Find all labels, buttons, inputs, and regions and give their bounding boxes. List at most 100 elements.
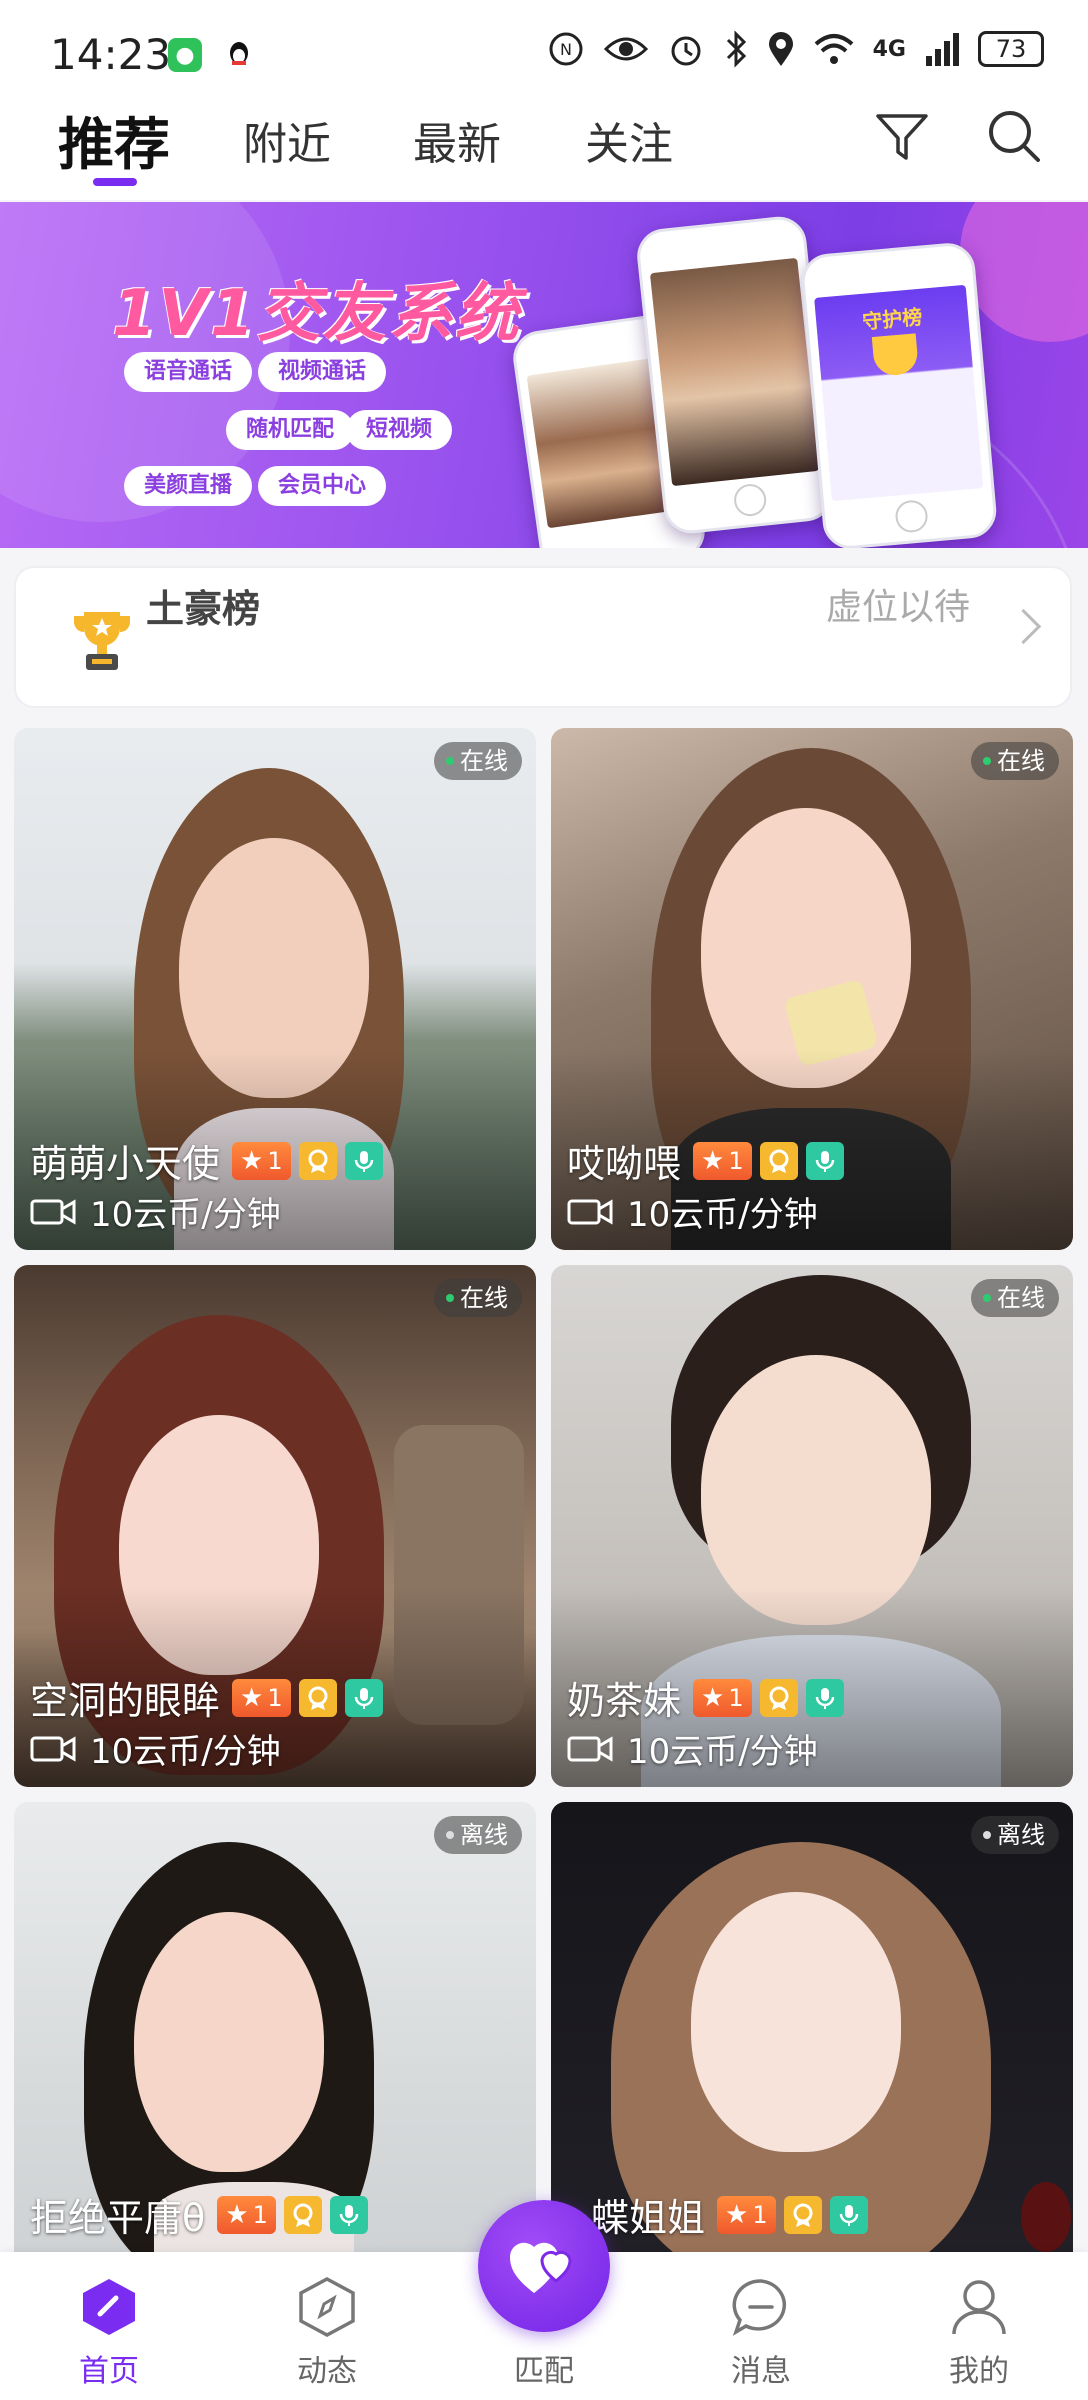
banner-feature: 随机匹配 xyxy=(226,410,355,450)
verified-badge-icon xyxy=(759,1141,798,1180)
video-camera-icon xyxy=(567,1735,613,1762)
bottom-nav-label: 动态 xyxy=(297,2354,357,2389)
bottom-nav-label: 消息 xyxy=(731,2354,791,2389)
trophy-icon xyxy=(74,612,130,670)
user-card[interactable]: 离线 拒绝平庸θ ★ 1 xyxy=(14,1802,536,2252)
voice-badge-icon xyxy=(829,2195,868,2234)
chat-bubble-icon xyxy=(728,2274,794,2340)
filter-icon[interactable] xyxy=(872,106,932,166)
user-photo xyxy=(14,1802,536,2252)
status-badge: 在线 xyxy=(434,742,522,780)
level-badge: ★ 1 xyxy=(693,1678,752,1717)
status-badge: 离线 xyxy=(971,1816,1059,1854)
phone-mockup: 守护榜 xyxy=(799,240,999,548)
voice-badge-icon xyxy=(329,2195,368,2234)
voice-badge-icon xyxy=(805,1141,844,1180)
user-card[interactable]: 在线 奶茶妹 ★ 1 10云币/分钟 xyxy=(551,1265,1073,1787)
user-name: 蝶姐姐 xyxy=(591,2196,706,2240)
tab-recommended[interactable]: 推荐 xyxy=(58,100,170,181)
rich-list-status: 虚位以待 xyxy=(825,587,970,628)
bottom-nav-moments[interactable]: 动态 xyxy=(218,2252,436,2400)
bottom-nav-label: 匹配 xyxy=(514,2354,574,2389)
status-bar: 14:23 ● N 4G 73 xyxy=(0,0,1088,100)
user-name: 奶茶妹 xyxy=(567,1679,682,1723)
bottom-nav-profile[interactable]: 我的 xyxy=(870,2252,1088,2400)
user-card[interactable]: 在线 萌萌小天使 ★ 1 10云币/分钟 xyxy=(14,728,536,1250)
match-hearts-icon xyxy=(509,2242,572,2293)
price-row: 10云币/分钟 xyxy=(567,1187,818,1236)
voice-badge-icon xyxy=(344,1678,383,1717)
banner-title: 1V1交友系统 xyxy=(112,277,521,351)
eye-icon xyxy=(603,37,648,61)
video-camera-icon xyxy=(30,1735,76,1762)
user-name: 空洞的眼眸 xyxy=(30,1679,221,1723)
level-badge: ★ 1 xyxy=(232,1141,291,1180)
status-badge: 在线 xyxy=(434,1279,522,1317)
price-row: 10云币/分钟 xyxy=(30,1187,281,1236)
call-price: 10云币/分钟 xyxy=(90,1732,281,1772)
tab-nearby[interactable]: 附近 xyxy=(243,108,331,172)
bottom-nav-label: 首页 xyxy=(79,2354,139,2389)
banner-feature: 美颜直播 xyxy=(124,466,253,506)
price-row: 10云币/分钟 xyxy=(567,1724,818,1773)
banner-feature: 短视频 xyxy=(346,410,453,450)
rich-list-title: 土豪榜 xyxy=(146,587,261,631)
status-time: 14:23 xyxy=(50,30,172,79)
video-camera-icon xyxy=(30,1198,76,1225)
price-row: 10云币/分钟 xyxy=(30,1724,281,1773)
phone-mockup xyxy=(634,213,836,537)
svg-text:N: N xyxy=(560,40,572,59)
tab-latest[interactable]: 最新 xyxy=(413,108,501,172)
promo-banner[interactable]: 1V1交友系统 语音通话 视频通话 随机匹配 短视频 美颜直播 会员中心 守护榜 xyxy=(0,202,1088,548)
status-badge: 在线 xyxy=(971,742,1059,780)
level-badge: ★ 1 xyxy=(217,2195,276,2234)
verified-badge-icon xyxy=(298,1141,337,1180)
call-price: 10云币/分钟 xyxy=(627,1195,818,1235)
call-price: 10云币/分钟 xyxy=(90,1195,281,1235)
profile-icon xyxy=(946,2274,1012,2340)
match-button[interactable] xyxy=(478,2200,610,2332)
status-indicators: N 4G 73 xyxy=(547,30,1044,68)
status-badge: 在线 xyxy=(971,1279,1059,1317)
verified-badge-icon xyxy=(783,2195,822,2234)
tab-following[interactable]: 关注 xyxy=(585,108,673,172)
banner-feature: 视频通话 xyxy=(258,352,387,392)
voice-badge-icon xyxy=(805,1678,844,1717)
qq-icon xyxy=(222,38,256,72)
user-photo xyxy=(551,1802,1073,2252)
call-price: 10云币/分钟 xyxy=(627,1732,818,1772)
verified-badge-icon xyxy=(283,2195,322,2234)
bluetooth-icon xyxy=(726,30,746,68)
user-name: 哎呦喂 xyxy=(567,1142,682,1186)
banner-feature: 语音通话 xyxy=(124,352,253,392)
user-info-row: 空洞的眼眸 ★ 1 xyxy=(30,1670,383,1725)
user-card[interactable]: 离线 蝶姐姐 ★ 1 xyxy=(551,1802,1073,2252)
user-card[interactable]: 在线 哎呦喂 ★ 1 10云币/分钟 xyxy=(551,728,1073,1250)
verified-badge-icon xyxy=(759,1678,798,1717)
status-badge: 离线 xyxy=(434,1816,522,1854)
user-info-row: 拒绝平庸θ ★ 1 xyxy=(30,2187,368,2242)
alarm-icon xyxy=(671,36,701,66)
wifi-icon xyxy=(814,34,853,64)
user-name: 拒绝平庸θ xyxy=(30,2196,206,2240)
compass-icon xyxy=(294,2274,360,2340)
active-tab-indicator xyxy=(93,178,137,186)
top-nav: 推荐 附近 最新 关注 xyxy=(0,100,1088,200)
voice-badge-icon xyxy=(344,1141,383,1180)
user-info-row: 蝶姐姐 ★ 1 xyxy=(591,2187,868,2242)
bottom-nav-home[interactable]: 首页 xyxy=(0,2252,218,2400)
user-name: 萌萌小天使 xyxy=(30,1142,221,1186)
search-icon[interactable] xyxy=(984,106,1044,166)
nfc-icon: N xyxy=(549,32,583,66)
battery-indicator: 73 xyxy=(978,31,1044,67)
wechat-icon: ● xyxy=(168,38,202,72)
home-icon xyxy=(76,2274,142,2340)
banner-feature: 会员中心 xyxy=(258,466,387,506)
rich-list-card[interactable]: 土豪榜 虚位以待 xyxy=(14,566,1072,708)
verified-badge-icon xyxy=(298,1678,337,1717)
bottom-nav-messages[interactable]: 消息 xyxy=(652,2252,870,2400)
video-camera-icon xyxy=(567,1198,613,1225)
user-card[interactable]: 在线 空洞的眼眸 ★ 1 10云币/分钟 xyxy=(14,1265,536,1787)
level-badge: ★ 1 xyxy=(717,2195,776,2234)
level-badge: ★ 1 xyxy=(693,1141,752,1180)
